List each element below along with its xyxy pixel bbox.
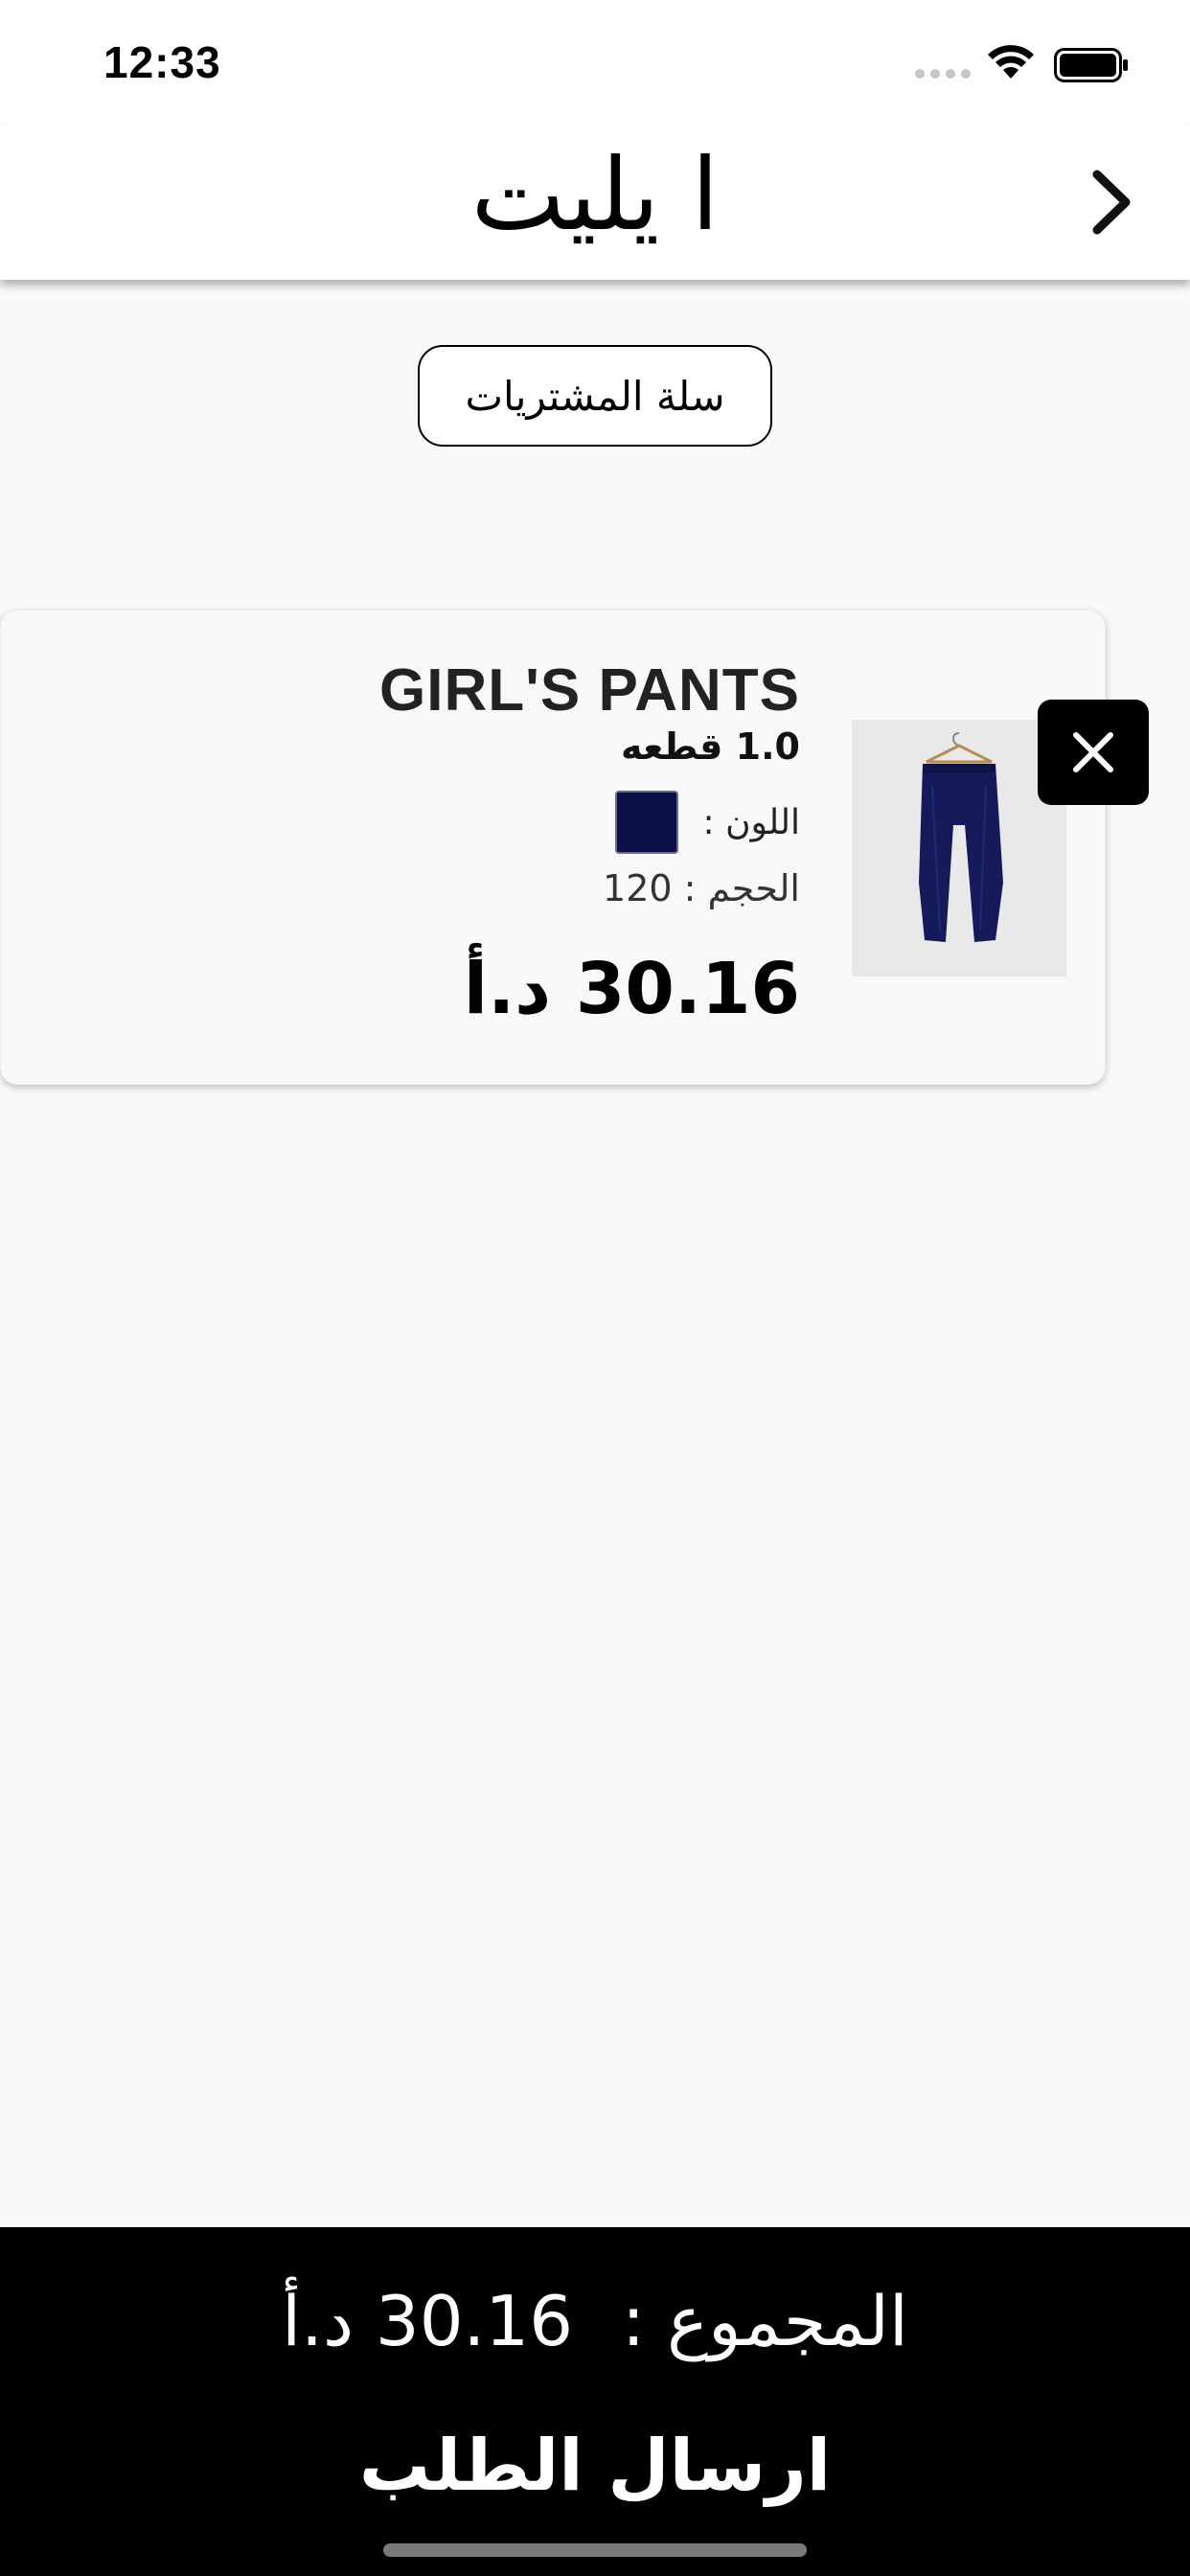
- screen: 12:33 ا يليت سلة المشتريات GIRL'S PANTS …: [0, 0, 1190, 2576]
- product-image[interactable]: [852, 720, 1066, 977]
- cart-item-card[interactable]: GIRL'S PANTS 1.0 قطعه اللون : الحجم : 12…: [0, 610, 1106, 1085]
- product-name: GIRL'S PANTS: [379, 657, 800, 724]
- page-title: ا يليت: [470, 136, 720, 253]
- submit-order-button[interactable]: ارسال الطلب: [0, 2425, 1190, 2507]
- color-label: اللون :: [702, 802, 801, 842]
- product-quantity: 1.0 قطعه: [621, 725, 800, 768]
- color-row: اللون :: [614, 791, 801, 854]
- home-indicator: [383, 2543, 807, 2557]
- status-bar: 12:33: [0, 0, 1190, 125]
- product-size: الحجم : 120: [603, 867, 800, 909]
- status-time: 12:33: [103, 37, 221, 87]
- wifi-icon: [988, 45, 1034, 79]
- cart-title-pill: سلة المشتريات: [418, 345, 772, 447]
- total-label: المجموع :: [621, 2281, 908, 2361]
- color-swatch: [614, 791, 678, 854]
- order-total: المجموع : 30.16 د.أ: [0, 2281, 1190, 2361]
- pants-illustration: [852, 720, 1066, 977]
- total-value: 30.16 د.أ: [282, 2281, 574, 2361]
- close-icon: [1073, 732, 1113, 772]
- checkout-bar: المجموع : 30.16 د.أ ارسال الطلب: [0, 2227, 1190, 2576]
- product-price: 30.16 د.أ: [463, 948, 800, 1030]
- nav-header: ا يليت: [0, 125, 1190, 280]
- cellular-signal-icon: [915, 69, 971, 79]
- chevron-right-icon: [1092, 170, 1131, 235]
- back-button[interactable]: [1073, 159, 1150, 245]
- battery-icon: [1054, 48, 1128, 82]
- remove-item-button[interactable]: [1038, 700, 1149, 805]
